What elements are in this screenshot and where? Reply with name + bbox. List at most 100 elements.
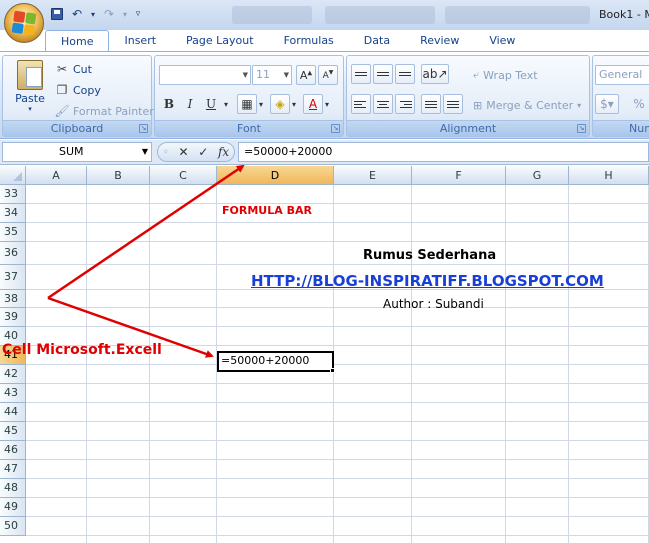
fill-handle[interactable] [330, 368, 335, 373]
row-header-44[interactable]: 44 [0, 403, 26, 422]
align-middle-button[interactable] [373, 64, 393, 84]
tab-formulas[interactable]: Formulas [269, 30, 349, 52]
borders-button[interactable]: ▦ [237, 94, 257, 114]
office-button[interactable] [4, 3, 44, 43]
row-header-33[interactable]: 33 [0, 185, 26, 204]
redo-icon: ↷ [103, 7, 115, 21]
gridline-horizontal [26, 478, 649, 479]
column-header-g[interactable]: G [506, 166, 569, 185]
column-header-a[interactable]: A [26, 166, 87, 185]
format-painter-button[interactable]: 🖌 Format Painter [54, 101, 153, 121]
tab-page-layout[interactable]: Page Layout [171, 30, 269, 52]
percent-style-button[interactable]: % [629, 94, 649, 114]
align-top-button[interactable] [351, 64, 371, 84]
office-logo-icon [11, 10, 37, 36]
font-launcher-icon[interactable]: ↘ [331, 124, 340, 133]
font-size-combo[interactable]: 11 ▼ [252, 65, 292, 85]
paste-button[interactable]: Paste ▾ [9, 60, 51, 118]
tab-home[interactable]: Home [45, 30, 110, 52]
clipboard-group-label: Clipboard [3, 120, 151, 136]
italic-button[interactable]: I [180, 94, 200, 114]
font-color-button[interactable]: A [303, 94, 323, 114]
undo-icon: ↶ [71, 7, 83, 21]
row-header-36[interactable]: 36 [0, 242, 26, 265]
bold-button[interactable]: B [159, 94, 179, 114]
undo-button[interactable]: ↶ [68, 5, 86, 23]
underline-dropdown[interactable]: ▾ [221, 94, 231, 114]
chevron-down-icon: ▾ [577, 100, 582, 110]
row-header-50[interactable]: 50 [0, 517, 26, 536]
merge-cells-icon: ⊞ [473, 98, 483, 112]
blurred-window-tab [325, 6, 435, 24]
gridline-horizontal [26, 535, 649, 536]
save-button[interactable] [48, 5, 66, 23]
customize-qat-button[interactable]: ▿ [132, 5, 144, 23]
align-bottom-button[interactable] [395, 64, 415, 84]
row-header-46[interactable]: 46 [0, 441, 26, 460]
row-header-34[interactable]: 34 [0, 204, 26, 223]
cancel-entry-button[interactable]: ✕ [178, 145, 188, 159]
redo-button[interactable]: ↷ [100, 5, 118, 23]
column-header-c[interactable]: C [150, 166, 217, 185]
align-center-button[interactable] [373, 94, 393, 114]
alignment-launcher-icon[interactable]: ↘ [577, 124, 586, 133]
paint-bucket-icon: ◈ [275, 97, 285, 111]
cell-annotation: Cell Microsoft.Excell [2, 342, 162, 358]
row-header-37[interactable]: 37 [0, 265, 26, 290]
wrap-text-button[interactable]: ⤶ Wrap Text [473, 65, 538, 85]
grow-font-button[interactable]: A▲ [296, 65, 316, 85]
row-header-48[interactable]: 48 [0, 479, 26, 498]
active-cell[interactable]: =50000+20000 [217, 351, 334, 372]
worksheet-grid[interactable]: ABCDEFGH 33 34 35 36 37 38 39 40 41 42 43 44 45 46 47 4… [0, 166, 649, 543]
blog-url-link[interactable]: HTTP://BLOG-INSPIRATIFF.BLOGSPOT.COM [251, 272, 604, 290]
row-header-43[interactable]: 43 [0, 384, 26, 403]
align-right-button[interactable] [395, 94, 415, 114]
fill-color-button[interactable]: ◈ [270, 94, 290, 114]
row-header-47[interactable]: 47 [0, 460, 26, 479]
row-header-49[interactable]: 49 [0, 498, 26, 517]
row-header-38[interactable]: 38 [0, 290, 26, 308]
gridline-horizontal [26, 402, 649, 403]
column-header-d[interactable]: D [217, 166, 334, 185]
shrink-font-button[interactable]: A▼ [318, 65, 338, 85]
row-header-42[interactable]: 42 [0, 365, 26, 384]
redo-dropdown[interactable]: ▾ [120, 5, 130, 23]
tab-insert[interactable]: Insert [109, 30, 171, 52]
column-header-e[interactable]: E [334, 166, 412, 185]
formula-buttons: ◦ ✕ ✓ fx [157, 142, 235, 162]
cut-button[interactable]: ✂ Cut [55, 59, 92, 79]
column-header-b[interactable]: B [87, 166, 150, 185]
row-header-39[interactable]: 39 [0, 308, 26, 327]
ribbon: Paste ▾ ✂ Cut ❐ Copy 🖌 Format Painter Cl… [0, 52, 649, 139]
number-group-label: Num [593, 120, 649, 136]
font-name-combo[interactable]: ▼ [159, 65, 251, 85]
row-header-35[interactable]: 35 [0, 223, 26, 242]
gridline-horizontal [26, 383, 649, 384]
number-format-combo[interactable]: General [595, 65, 649, 85]
column-header-h[interactable]: H [569, 166, 649, 185]
clipboard-launcher-icon[interactable]: ↘ [139, 124, 148, 133]
tab-data[interactable]: Data [349, 30, 405, 52]
column-header-f[interactable]: F [412, 166, 506, 185]
fill-color-dropdown[interactable]: ▾ [289, 94, 299, 114]
increase-indent-button[interactable] [443, 94, 463, 114]
merge-center-button[interactable]: ⊞ Merge & Center ▾ [473, 95, 581, 115]
tab-review[interactable]: Review [405, 30, 474, 52]
enter-entry-button[interactable]: ✓ [198, 145, 208, 159]
row-header-45[interactable]: 45 [0, 422, 26, 441]
accounting-format-button[interactable]: $▾ [595, 94, 619, 114]
undo-dropdown[interactable]: ▾ [88, 5, 98, 23]
align-left-button[interactable] [351, 94, 371, 114]
underline-button[interactable]: U [201, 94, 221, 114]
tab-view[interactable]: View [474, 30, 530, 52]
title-bar: ↶ ▾ ↷ ▾ ▿ Book1 - M [0, 0, 649, 30]
font-color-dropdown[interactable]: ▾ [322, 94, 332, 114]
copy-button[interactable]: ❐ Copy [55, 80, 101, 100]
decrease-indent-button[interactable] [421, 94, 441, 114]
borders-dropdown[interactable]: ▾ [256, 94, 266, 114]
name-box[interactable]: SUM ▼ [2, 142, 152, 162]
gridline-horizontal [26, 440, 649, 441]
formula-input[interactable]: =50000+20000 [238, 142, 649, 162]
insert-function-button[interactable]: fx [218, 145, 229, 159]
orientation-button[interactable]: ab↗ [421, 64, 449, 84]
